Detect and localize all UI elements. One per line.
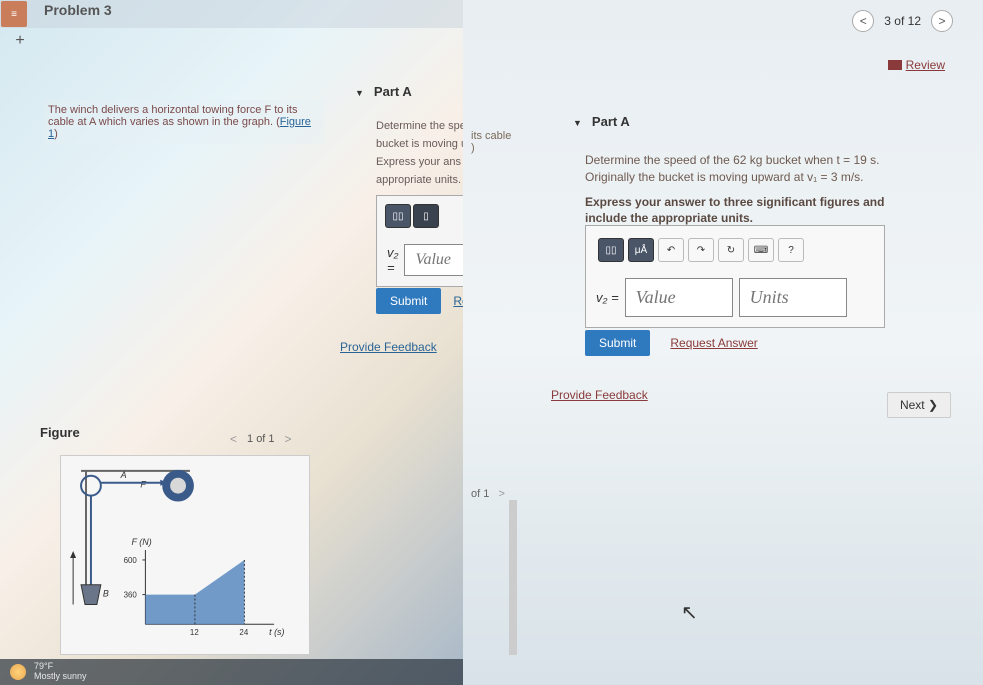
equation-row-left: v₂ = (381, 238, 463, 282)
app-icon[interactable]: ≡ (1, 1, 27, 27)
submit-row-right: Submit Request Answer (585, 330, 758, 356)
part-a-label: Part A (355, 78, 463, 105)
figure-svg: A F B F (N) 600 360 12 (61, 456, 309, 654)
svg-text:24: 24 (239, 628, 248, 637)
problem-title: Problem 3 (44, 2, 112, 18)
svg-text:600: 600 (124, 556, 138, 565)
value-input-left[interactable] (404, 244, 463, 276)
submit-button-right[interactable]: Submit (585, 330, 650, 356)
part-body-left: Determine the spee bucket is moving up E… (376, 120, 463, 192)
next-button[interactable]: Next ❯ (887, 392, 951, 418)
toolbar-right: ▯▯ μÅ ↶ ↷ ↻ ⌨ ? (594, 234, 876, 266)
figure-next-icon[interactable]: > (285, 432, 292, 446)
review-link[interactable]: Review (888, 58, 945, 72)
template-tool2-icon[interactable]: ▯ (413, 204, 439, 228)
nav-top: < 3 of 12 > (852, 10, 953, 32)
body-line3: Express your ans (376, 156, 463, 168)
provide-feedback-left[interactable]: Provide Feedback (340, 340, 437, 354)
value-input-right[interactable] (625, 278, 733, 317)
toolbar-left: ▯▯ ▯ (381, 200, 463, 232)
part-a-header-left[interactable]: Part A (355, 78, 463, 105)
body-line1: Determine the spee (376, 120, 463, 132)
answer-box-right: ▯▯ μÅ ↶ ↷ ↻ ⌨ ? v₂ = (585, 225, 885, 328)
units-input-right[interactable] (739, 278, 847, 317)
part-body-right: Determine the speed of the 62 kg bucket … (585, 152, 925, 235)
svg-text:360: 360 (124, 591, 138, 600)
prev-problem-button[interactable]: < (852, 10, 874, 32)
figure-image: A F B F (N) 600 360 12 (60, 455, 310, 655)
svg-text:A: A (120, 470, 127, 480)
svg-text:B: B (103, 589, 109, 599)
problem-count: 3 of 12 (884, 14, 921, 28)
reset-icon[interactable]: ↻ (718, 238, 744, 262)
stray-text-right: its cable) (471, 130, 511, 154)
figure-prev-icon[interactable]: < (230, 432, 237, 446)
left-screenshot: ≡ + Problem 3 The winch delivers a horiz… (0, 0, 463, 685)
body-line2: bucket is moving up (376, 138, 463, 150)
statement-text-b: ) (54, 128, 58, 140)
eq-label-right: v₂ = (596, 290, 619, 305)
problem-statement: The winch delivers a horizontal towing f… (44, 100, 324, 144)
review-label: Review (906, 58, 945, 72)
part-a-label-right: Part A (573, 108, 630, 135)
keyboard-icon[interactable]: ⌨ (748, 238, 774, 262)
new-tab-button[interactable]: + (10, 32, 30, 52)
figure-count: 1 of 1 (247, 433, 275, 445)
template-tool-icon[interactable]: ▯▯ (385, 204, 411, 228)
svg-text:t (s): t (s) (269, 627, 284, 637)
answer-box-left: ▯▯ ▯ v₂ = (376, 195, 463, 287)
cursor-icon: ↖ (681, 600, 698, 625)
right-screenshot: < 3 of 12 > Review its cable) Part A Det… (463, 0, 983, 685)
part-a-header-right[interactable]: Part A (573, 108, 630, 135)
equation-row-right: v₂ = (594, 276, 876, 319)
request-answer-left[interactable]: Req (453, 294, 463, 308)
svg-text:F: F (140, 480, 146, 490)
eq-label-left: v₂ = (387, 245, 398, 275)
submit-button-left[interactable]: Submit (376, 288, 441, 314)
request-answer-right[interactable]: Request Answer (670, 336, 757, 350)
scrollbar-right[interactable] (509, 500, 517, 655)
submit-row-left: Submit Req (376, 288, 463, 314)
next-problem-button[interactable]: > (931, 10, 953, 32)
statement-text-a: The winch delivers a horizontal towing f… (48, 104, 297, 128)
svg-text:F (N): F (N) (132, 537, 152, 547)
help-icon[interactable]: ? (778, 238, 804, 262)
instruction-text: Express your answer to three significant… (585, 194, 925, 228)
template-tool-icon-r[interactable]: ▯▯ (598, 238, 624, 262)
figure-of1-right: of 1 > (471, 488, 505, 500)
body-line4: appropriate units. (376, 174, 463, 186)
provide-feedback-right[interactable]: Provide Feedback (551, 388, 648, 402)
weather-widget[interactable]: 79°F Mostly sunny (34, 662, 87, 682)
question-text: Determine the speed of the 62 kg bucket … (585, 152, 925, 186)
weather-desc: Mostly sunny (34, 672, 87, 682)
taskbar: 79°F Mostly sunny (0, 659, 463, 685)
weather-icon[interactable] (10, 664, 26, 680)
figure-nav: < 1 of 1 > (230, 432, 292, 446)
undo-icon[interactable]: ↶ (658, 238, 684, 262)
redo-icon[interactable]: ↷ (688, 238, 714, 262)
units-tool-button[interactable]: μÅ (628, 238, 654, 262)
svg-text:12: 12 (190, 628, 199, 637)
